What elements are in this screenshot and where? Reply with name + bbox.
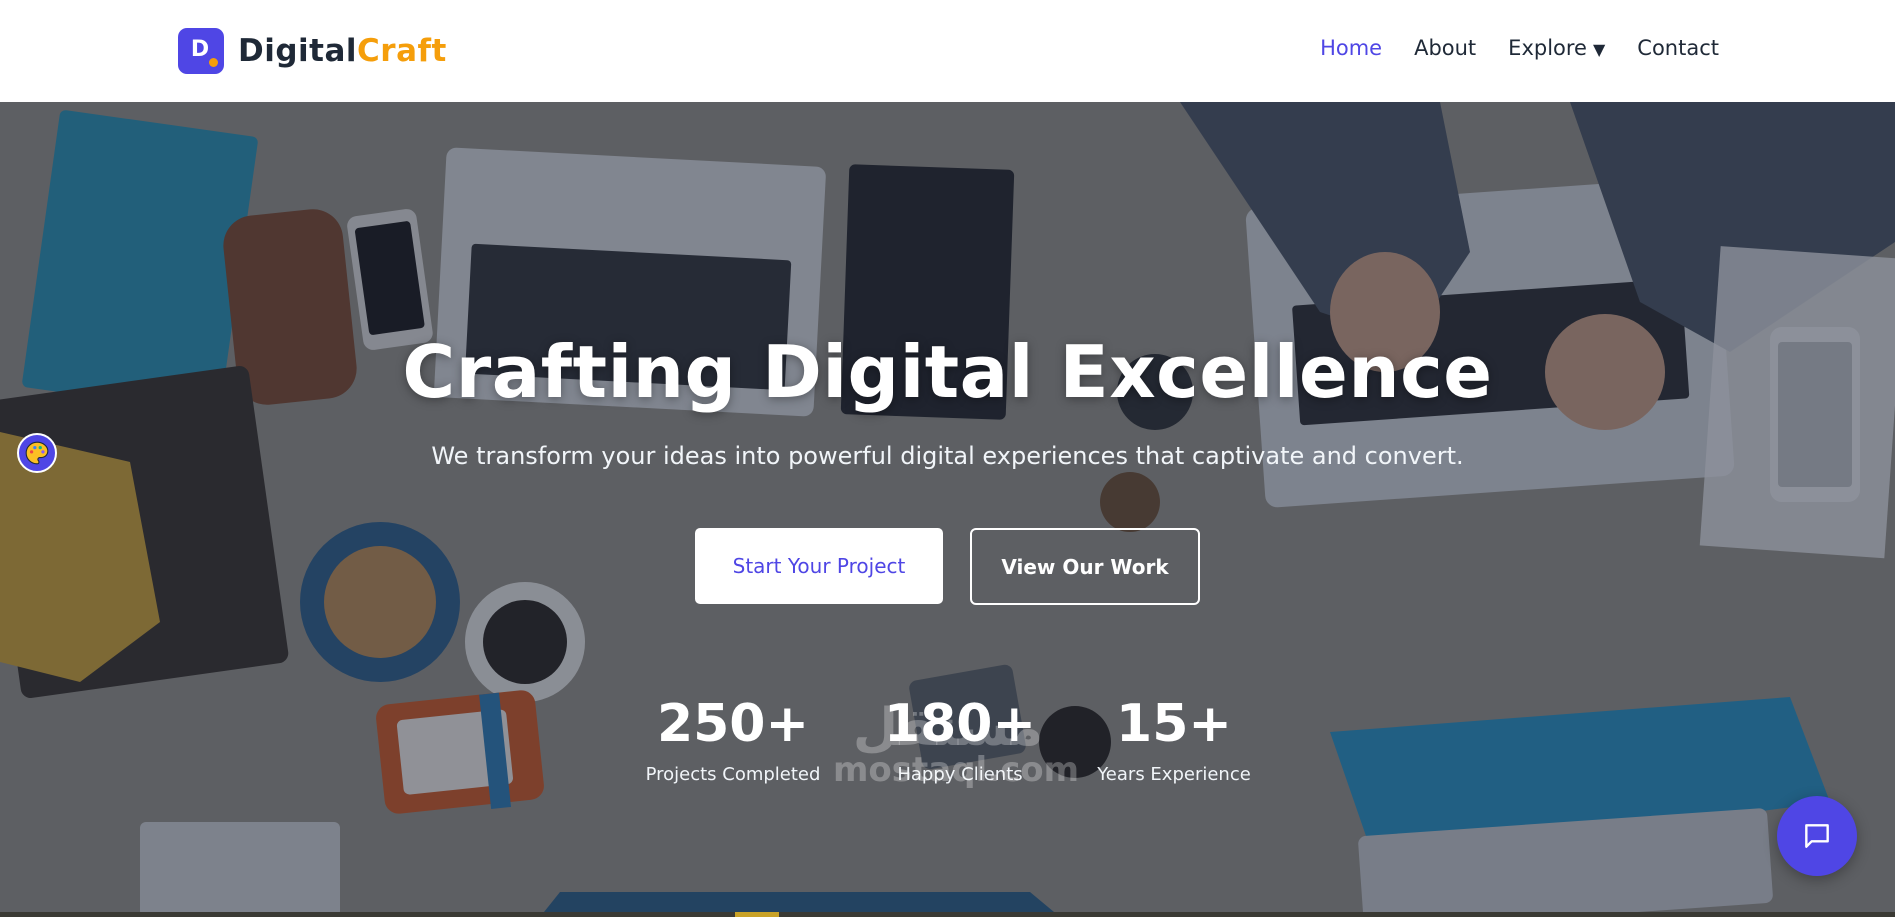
stat-projects: 250+ Projects Completed — [633, 694, 833, 785]
brand-name-part-1: Digital — [238, 33, 358, 69]
watermark-latin-text: mostaql.com — [833, 750, 1080, 790]
mostaql-watermark: مستقل mostaql.com — [833, 698, 1080, 790]
stat-projects-label: Projects Completed — [645, 764, 821, 785]
hero-section: Crafting Digital Excellence We transform… — [0, 102, 1895, 917]
nav-contact-link[interactable]: Contact — [1637, 36, 1719, 60]
main-nav: Home About Explore ▼ Contact — [1288, 36, 1719, 60]
accessibility-palette-button[interactable] — [17, 433, 57, 473]
watermark-arabic-text: مستقل — [852, 698, 1044, 758]
brand-logo-icon: D — [178, 28, 224, 74]
hero-subtitle: We transform your ideas into powerful di… — [431, 442, 1464, 470]
chat-bubble-icon — [1805, 824, 1829, 848]
hero-title: Crafting Digital Excellence — [402, 330, 1493, 414]
nav-about-link[interactable]: About — [1414, 36, 1476, 60]
brand-name: DigitalCraft — [238, 33, 447, 69]
nav-explore-label: Explore — [1508, 36, 1587, 60]
hero-dark-overlay — [0, 102, 1895, 917]
brand-name-part-2: Craft — [357, 33, 447, 69]
page-bottom-edge — [0, 912, 1895, 917]
brand-logo-dot — [209, 58, 218, 67]
stat-years: 15+ Years Experience — [1074, 694, 1274, 785]
view-work-button[interactable]: View Our Work — [970, 528, 1200, 605]
nav-explore-dropdown[interactable]: Explore ▼ — [1508, 36, 1605, 60]
navbar: D DigitalCraft Home About Explore ▼ Conta… — [0, 0, 1895, 102]
page-bottom-accent — [735, 912, 779, 917]
brand-logo-link[interactable]: D DigitalCraft — [178, 28, 447, 74]
stat-years-label: Years Experience — [1097, 764, 1251, 785]
palette-icon — [25, 441, 49, 465]
chat-button[interactable] — [1777, 796, 1857, 876]
caret-down-icon: ▼ — [1592, 40, 1606, 59]
stat-projects-value: 250+ — [656, 694, 810, 754]
nav-home-link[interactable]: Home — [1320, 36, 1382, 60]
brand-logo-letter: D — [190, 37, 210, 62]
stat-years-value: 15+ — [1116, 694, 1232, 754]
start-project-button[interactable]: Start Your Project — [695, 528, 943, 604]
